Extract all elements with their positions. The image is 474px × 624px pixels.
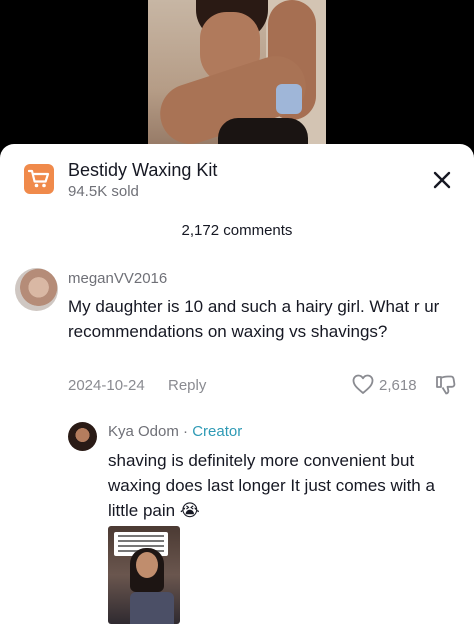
- comments-sheet: Bestidy Waxing Kit 94.5K sold 2,172 comm…: [0, 144, 474, 624]
- comment-date: 2024-10-24: [68, 377, 145, 394]
- reply-username-line: Kya Odom · Creator: [108, 423, 242, 440]
- product-banner[interactable]: Bestidy Waxing Kit 94.5K sold: [24, 160, 454, 200]
- like-count: 2,618: [379, 377, 417, 394]
- comments-count-header: 2,172 comments: [181, 222, 293, 239]
- avatar[interactable]: [68, 422, 97, 451]
- video-player[interactable]: [0, 0, 474, 165]
- comment-text: My daughter is 10 and such a hairy girl.…: [68, 297, 440, 341]
- reply-text: shaving is definitely more convenient bu…: [108, 451, 435, 520]
- product-sold-count: 94.5K sold: [68, 183, 139, 200]
- shopping-cart-icon: [24, 164, 54, 194]
- heart-icon: [352, 374, 374, 400]
- dislike-icon[interactable]: [434, 374, 456, 401]
- creator-badge: Creator: [192, 423, 243, 440]
- reply-item: Kya Odom · Creator shaving is definitely…: [0, 420, 474, 520]
- reply-button[interactable]: Reply: [168, 377, 206, 394]
- comment-username[interactable]: meganVV2016: [68, 270, 167, 287]
- comment-item: meganVV2016 My daughter is 10 and such a…: [0, 268, 474, 408]
- reply-username[interactable]: Kya Odom: [108, 423, 179, 440]
- like-button[interactable]: 2,618: [352, 374, 422, 398]
- close-icon[interactable]: [428, 166, 456, 194]
- avatar[interactable]: [15, 268, 58, 311]
- separator: ·: [183, 423, 189, 440]
- product-name[interactable]: Bestidy Waxing Kit: [68, 160, 217, 181]
- reply-video-thumbnail[interactable]: [108, 526, 180, 624]
- video-frame: [148, 0, 326, 165]
